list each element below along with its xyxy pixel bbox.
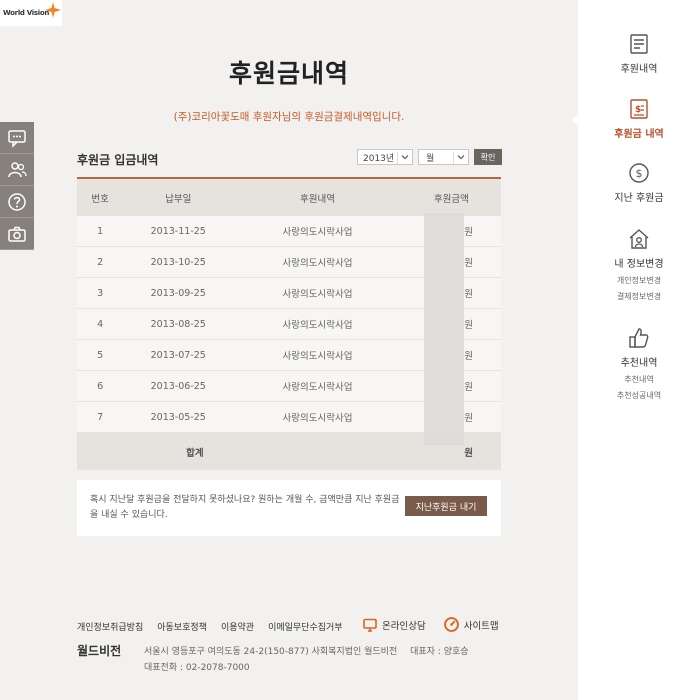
- header-amount: 후원금액: [401, 177, 501, 216]
- cell-date: 2013-05-25: [123, 401, 234, 433]
- receipt-dollar-icon: $: [630, 99, 648, 119]
- sidebar-label-donation-history: 후원금 내역: [614, 129, 664, 140]
- footer-link-terms[interactable]: 이용약관: [221, 620, 254, 633]
- cell-date: 2013-08-25: [123, 308, 234, 340]
- cell-date: 2013-11-25: [123, 216, 234, 247]
- header-date: 납부일: [123, 177, 234, 216]
- camera-button[interactable]: [0, 218, 34, 250]
- footer-address-block: 서울시 영등포구 여의도동 24-2(150-877) 사회복지법인 월드비전 …: [144, 644, 469, 676]
- sidebar-label-recommend: 추천내역: [620, 358, 658, 369]
- footer-link-privacy[interactable]: 개인정보취급방침: [77, 620, 143, 633]
- chat-button[interactable]: [0, 122, 34, 154]
- sidebar-label-history: 후원내역: [620, 64, 658, 75]
- cell-number: 2: [77, 246, 124, 278]
- cell-date: 2013-07-25: [123, 339, 234, 371]
- page-title: 후원금내역: [228, 59, 349, 88]
- cell-number: 4: [77, 308, 124, 340]
- year-select[interactable]: 2013년: [357, 149, 413, 165]
- cell-date: 2013-09-25: [123, 277, 234, 309]
- year-select-value: 2013년: [363, 153, 395, 164]
- past-donation-message: 혹시 지난달 후원금을 전달하지 못하셨나요? 원하는 개월 수, 금액만큼 지…: [90, 495, 400, 520]
- header-item: 후원내역: [233, 177, 402, 216]
- cell-number: 6: [77, 370, 124, 402]
- amount-redaction: [424, 213, 464, 445]
- footer-brand: 월드비전: [77, 644, 122, 658]
- footer-links: 개인정보취급방침 아동보호정책 이용약관 이메일무단수집거부: [77, 620, 343, 633]
- date-filter: 2013년 월 확인: [357, 148, 502, 166]
- cell-number: 1: [77, 216, 124, 247]
- sidebar-sub-recommend[interactable]: 추천내역: [578, 372, 700, 388]
- total-label: 합계: [77, 432, 402, 470]
- footer-link-email-policy[interactable]: 이메일무단수집거부: [268, 620, 343, 633]
- cell-date: 2013-06-25: [123, 370, 234, 402]
- sidebar-sub-personal-info[interactable]: 개인정보변경: [578, 273, 700, 289]
- main-content: World Vision 후원금내역 (주)코리아꽃도매 후원자님의 후원금결제…: [0, 0, 578, 700]
- section-title: 후원금 입금내역: [77, 153, 159, 167]
- world-vision-logo[interactable]: World Vision: [0, 0, 62, 26]
- svg-text:$: $: [636, 167, 643, 180]
- thumbs-up-icon: [629, 328, 649, 348]
- sidebar-item-recommend[interactable]: 추천내역 추천내역 추천성공내역: [578, 327, 700, 404]
- left-quick-menu: [0, 122, 34, 250]
- sidebar-sub-recommend-success[interactable]: 추천성공내역: [578, 388, 700, 404]
- cell-item: 사랑의도시락사업: [233, 277, 402, 309]
- sidebar-sub-payment-info[interactable]: 결제정보변경: [578, 289, 700, 305]
- footer-quick-links: 온라인상담 사이트맵: [363, 617, 499, 632]
- chevron-down-icon: [457, 155, 465, 160]
- cell-date: 2013-10-25: [123, 246, 234, 278]
- past-donation-button[interactable]: 지난후원금 내기: [405, 496, 487, 516]
- sidebar-item-history[interactable]: 후원내역: [578, 33, 700, 75]
- cell-number: 5: [77, 339, 124, 371]
- star-logo-icon: [45, 2, 61, 18]
- cell-item: 사랑의도시락사업: [233, 246, 402, 278]
- month-select-value: 월: [426, 153, 435, 164]
- online-consult-link[interactable]: 온라인상담: [363, 617, 426, 632]
- cell-item: 사랑의도시락사업: [233, 308, 402, 340]
- sitemap-label: 사이트맵: [463, 620, 499, 632]
- svg-text:$: $: [635, 105, 641, 115]
- home-user-icon: [629, 229, 649, 249]
- sitemap-icon: [443, 617, 459, 632]
- cell-item: 사랑의도시락사업: [233, 216, 402, 247]
- month-select[interactable]: 월: [418, 149, 469, 165]
- sidebar-label-past-donation: 지난 후원금: [614, 193, 664, 204]
- chat-icon: [8, 129, 26, 148]
- past-donation-box: 혹시 지난달 후원금을 전달하지 못하셨나요? 원하는 개월 수, 금액만큼 지…: [77, 480, 501, 536]
- footer-phone: 대표전화 : 02-2078-7000: [144, 663, 250, 673]
- online-consult-label: 온라인상담: [382, 620, 426, 632]
- coin-dollar-icon: $: [629, 163, 649, 183]
- confirm-button[interactable]: 확인: [474, 149, 502, 165]
- header-number: 번호: [77, 177, 124, 216]
- cell-number: 7: [77, 401, 124, 433]
- cell-item: 사랑의도시락사업: [233, 370, 402, 402]
- sitemap-link[interactable]: 사이트맵: [443, 617, 499, 632]
- table-header-row: 번호 납부일 후원내역 후원금액: [77, 177, 501, 216]
- camera-icon: [8, 226, 26, 242]
- people-button[interactable]: [0, 154, 34, 186]
- footer-link-child-protection[interactable]: 아동보호정책: [157, 620, 207, 633]
- sidebar-item-donation-history[interactable]: $ 후원금 내역: [578, 98, 700, 140]
- document-icon: [630, 34, 648, 54]
- sidebar-label-my-info: 내 정보변경: [614, 259, 664, 270]
- question-icon: [8, 192, 26, 211]
- sidebar-item-past-donation[interactable]: $ 지난 후원금: [578, 162, 700, 204]
- cell-number: 3: [77, 277, 124, 309]
- chevron-down-icon: [401, 155, 409, 160]
- monitor-icon: [363, 618, 377, 632]
- footer-ceo: 대표자 : 양호승: [410, 647, 469, 657]
- help-button[interactable]: [0, 186, 34, 218]
- sponsor-notice: (주)코리아꽃도매 후원자님의 후원금결제내역입니다.: [173, 111, 405, 123]
- sidebar-item-my-info[interactable]: 내 정보변경 개인정보변경 결제정보변경: [578, 228, 700, 305]
- logo-text: World Vision: [3, 9, 50, 17]
- people-icon: [8, 161, 27, 177]
- footer-address: 서울시 영등포구 여의도동 24-2(150-877) 사회복지법인 월드비전: [144, 647, 398, 657]
- cell-item: 사랑의도시락사업: [233, 339, 402, 371]
- cell-item: 사랑의도시락사업: [233, 401, 402, 433]
